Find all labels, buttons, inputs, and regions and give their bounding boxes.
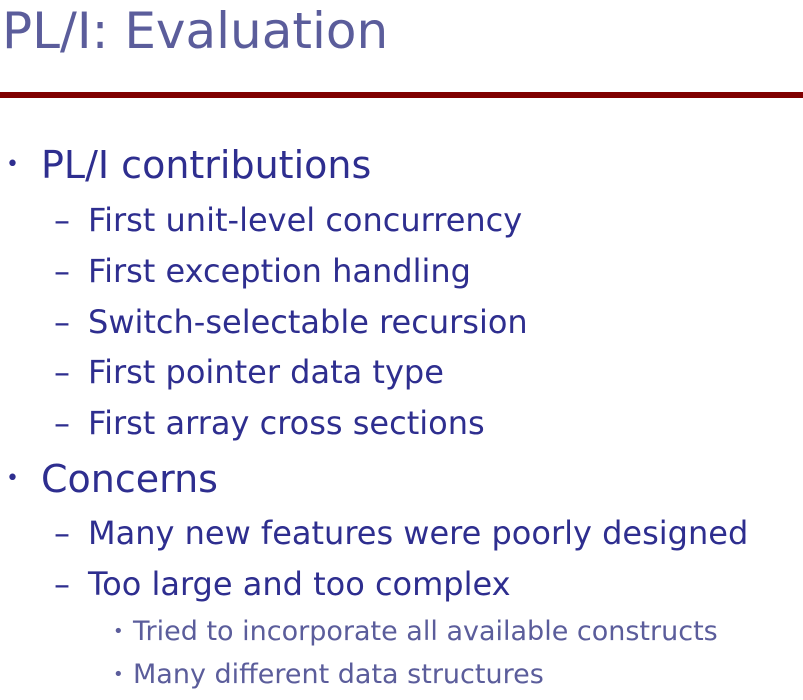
sub-bullet-label: First array cross sections (88, 404, 485, 442)
sub-bullet-label: Many new features were poorly designed (88, 514, 749, 552)
small-bullet-icon: • (113, 621, 124, 642)
slide-title: PL/I: Evaluation (2, 2, 389, 60)
dash-icon: – (54, 252, 70, 290)
dash-icon: – (54, 303, 70, 341)
sub-sub-bullet-label: Tried to incorporate all available const… (133, 616, 718, 647)
dash-icon: – (54, 201, 70, 239)
sub-bullet-label: Too large and too complex (88, 565, 511, 603)
bullet-dot-icon: • (6, 466, 19, 491)
bullet-dot-icon: • (6, 152, 19, 177)
dash-icon: – (54, 565, 70, 603)
sub-bullet-label: First exception handling (88, 252, 471, 290)
sub-sub-bullet-label: Many different data structures (133, 659, 544, 690)
bullet-label: Concerns (41, 457, 218, 501)
sub-bullet-label: First pointer data type (88, 353, 444, 391)
dash-icon: – (54, 353, 70, 391)
dash-icon: – (54, 404, 70, 442)
dash-icon: – (54, 514, 70, 552)
sub-bullet-label: Switch-selectable recursion (88, 303, 528, 341)
sub-bullet-label: First unit-level concurrency (88, 201, 523, 239)
title-divider (0, 92, 803, 98)
small-bullet-icon: • (113, 664, 124, 685)
bullet-label: PL/I contributions (41, 143, 372, 187)
